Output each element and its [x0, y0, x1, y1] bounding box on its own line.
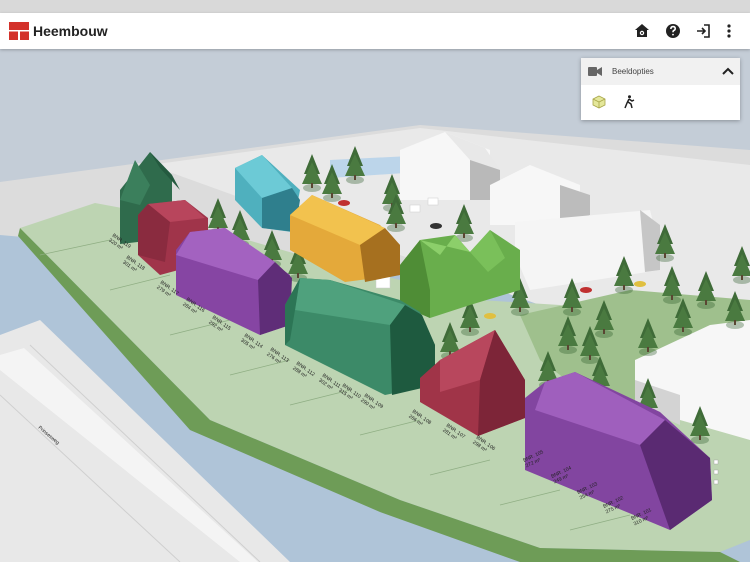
map-3d-view[interactable]: Prinsesweg BNR. 119320 m² BNR. 118301 m²… [0, 49, 750, 562]
view-options-panel: Beeldopties [581, 58, 740, 120]
view-options-header[interactable]: Beeldopties [581, 58, 740, 85]
help-button[interactable] [662, 20, 684, 42]
walk-view-icon [624, 95, 635, 109]
chevron-up-icon [722, 67, 734, 75]
help-icon [666, 24, 680, 38]
app-name: Heembouw [33, 23, 108, 39]
home-settings-icon [635, 24, 649, 37]
walk-view-button[interactable] [619, 92, 639, 112]
view-options-title: Beeldopties [612, 67, 654, 76]
cube-view-button[interactable] [589, 92, 609, 112]
home-settings-button[interactable] [631, 20, 653, 42]
more-vert-icon [727, 24, 731, 38]
app-header: Heembouw [0, 13, 750, 49]
cube-view-icon [592, 95, 606, 109]
status-bar [0, 0, 750, 13]
logout-button[interactable] [692, 20, 714, 42]
heembouw-logo [9, 22, 29, 40]
collapse-panel-button[interactable] [718, 61, 738, 81]
edge-markers [713, 459, 719, 485]
camera-icon [588, 67, 602, 76]
logout-icon [697, 24, 710, 38]
more-options-button[interactable] [718, 20, 740, 42]
